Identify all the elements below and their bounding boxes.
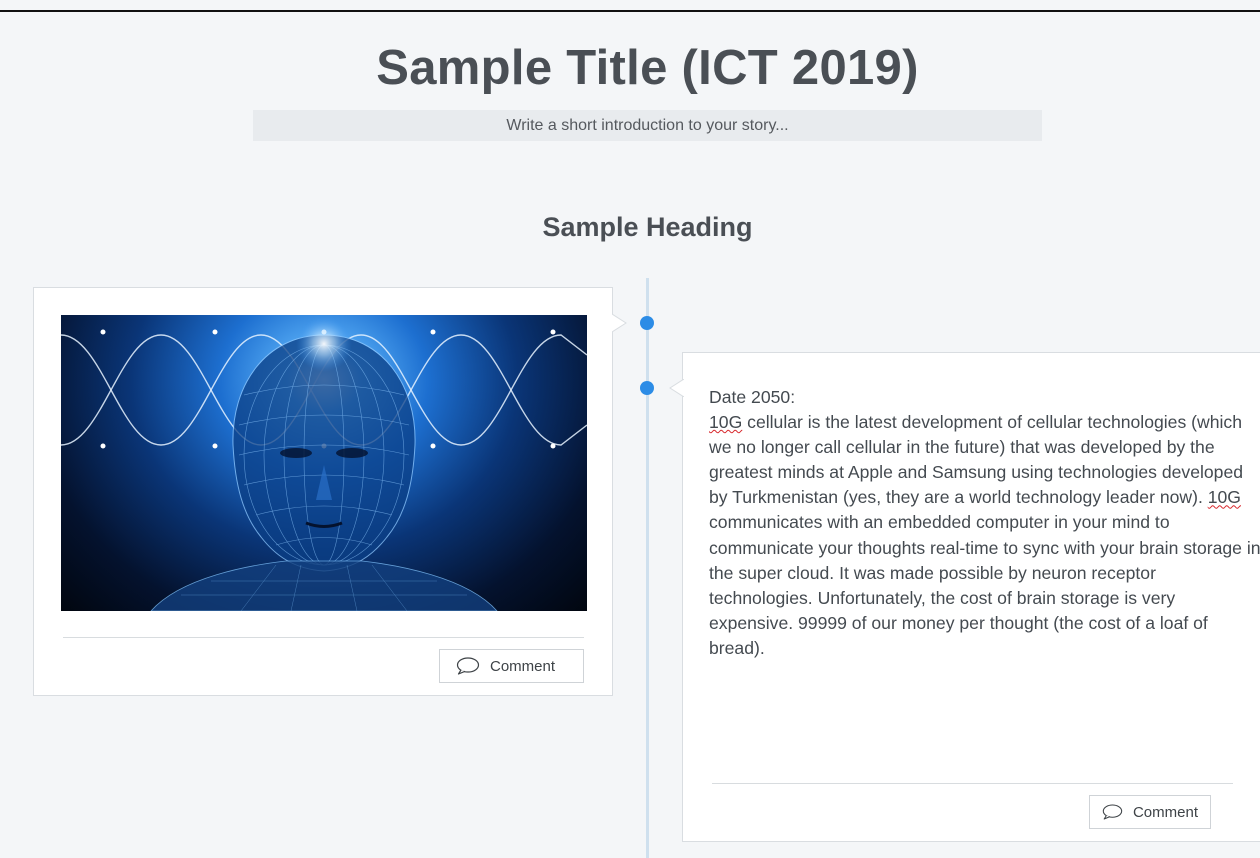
timeline-line — [646, 278, 649, 858]
wireframe-head-illustration — [61, 315, 587, 611]
card-divider — [712, 783, 1233, 784]
card-date-line: Date 2050: — [709, 387, 796, 407]
timeline-card-image[interactable]: Comment — [33, 287, 613, 696]
comment-label: Comment — [1132, 803, 1198, 821]
section-heading[interactable]: Sample Heading — [0, 212, 1260, 243]
comment-label: Comment — [490, 657, 556, 675]
timeline-dot — [640, 381, 654, 395]
comment-button[interactable]: Comment — [1089, 795, 1211, 829]
card-pointer — [612, 314, 627, 332]
speech-bubble-icon — [1102, 804, 1123, 820]
card-paragraph: 10G cellular is the latest development o… — [709, 410, 1260, 661]
timeline-card-text[interactable]: Date 2050: 10G cellular is the latest de… — [682, 352, 1260, 842]
misspelled-word: 10G — [1207, 487, 1241, 508]
card-divider — [63, 637, 584, 638]
paragraph-text: communicates with an embedded computer i… — [709, 512, 1260, 658]
timeline-dot — [640, 316, 654, 330]
misspelled-word: 10G — [709, 412, 743, 433]
card-image[interactable] — [61, 315, 587, 611]
card-body-text[interactable]: Date 2050: 10G cellular is the latest de… — [709, 385, 1260, 661]
story-intro-input[interactable]: Write a short introduction to your story… — [253, 110, 1042, 141]
comment-button[interactable]: Comment — [439, 649, 584, 683]
card-pointer — [669, 379, 684, 397]
paragraph-text: cellular is the latest development of ce… — [709, 412, 1244, 508]
speech-bubble-icon — [456, 657, 480, 675]
story-title[interactable]: Sample Title (ICT 2019) — [0, 40, 1260, 96]
top-divider — [0, 10, 1260, 12]
